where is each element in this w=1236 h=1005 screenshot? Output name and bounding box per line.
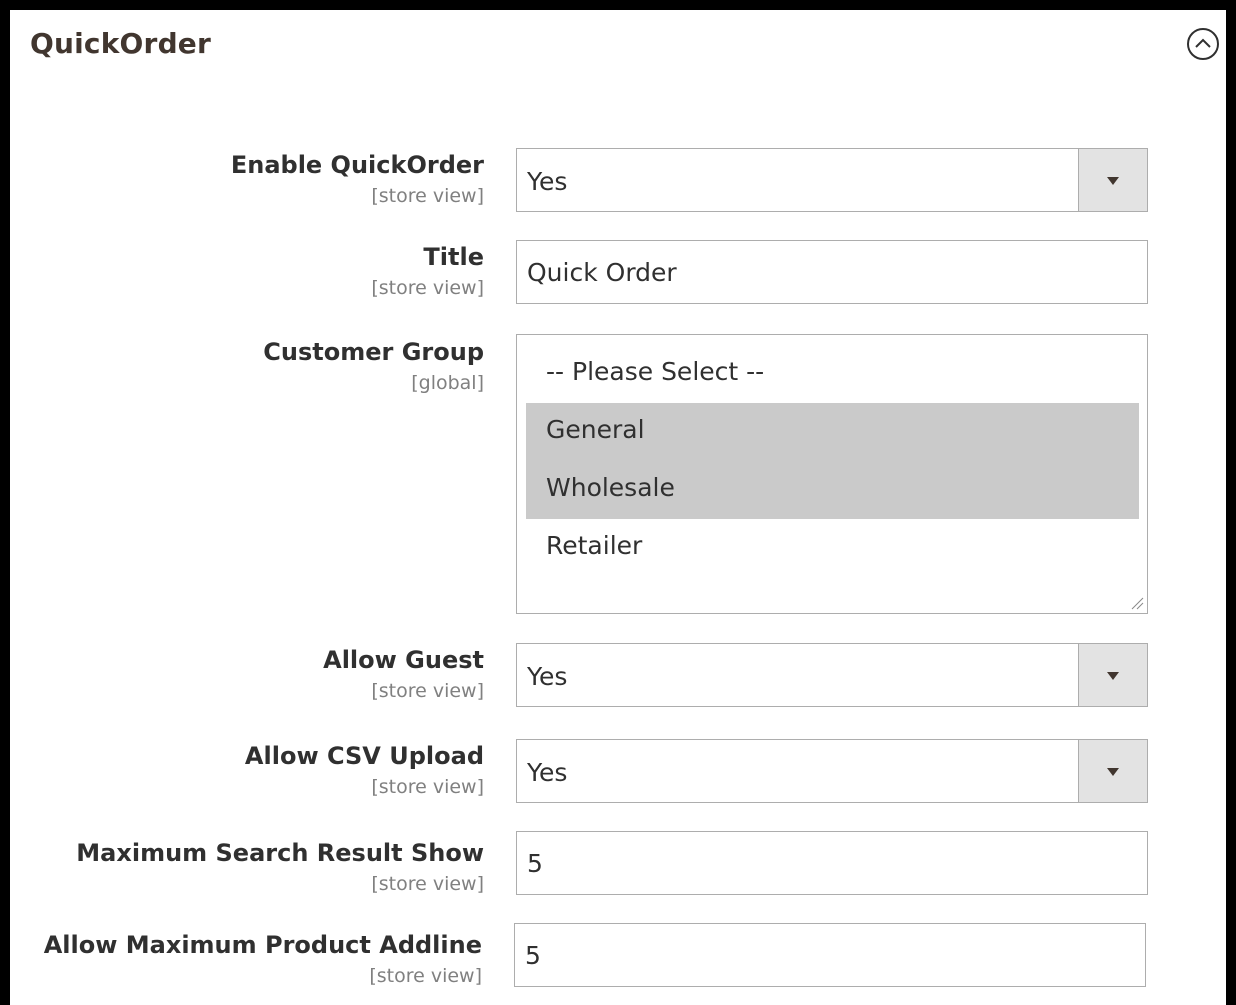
dropdown-toggle[interactable] (1078, 644, 1147, 706)
allow-csv-upload-value: Yes (527, 758, 568, 787)
allow-csv-upload-label: Allow CSV Upload (244, 742, 484, 770)
allow-guest-scope: [store view] (371, 680, 484, 702)
caret-down-icon (1107, 768, 1119, 776)
title-input-value: Quick Order (527, 258, 677, 287)
max-product-addline-label: Allow Maximum Product Addline (43, 931, 482, 959)
allow-guest-value: Yes (527, 662, 568, 691)
allow-guest-label: Allow Guest (323, 646, 484, 674)
caret-down-icon (1107, 177, 1119, 185)
allow-csv-upload-select[interactable]: Yes (516, 739, 1148, 803)
option-general[interactable]: General (526, 403, 1139, 461)
max-search-result-value: 5 (527, 849, 543, 878)
max-product-addline-scope: [store view] (369, 965, 482, 987)
allow-csv-upload-scope: [store view] (371, 776, 484, 798)
title-input[interactable]: Quick Order (516, 240, 1148, 304)
option-retailer[interactable]: Retailer (526, 519, 1139, 577)
caret-down-icon (1107, 672, 1119, 680)
enable-quickorder-value: Yes (527, 167, 568, 196)
section-title[interactable]: QuickOrder (30, 27, 211, 60)
enable-quickorder-label: Enable QuickOrder (230, 151, 484, 179)
max-search-result-label: Maximum Search Result Show (76, 839, 484, 867)
max-product-addline-input[interactable]: 5 (514, 923, 1146, 987)
title-label: Title (423, 243, 484, 271)
title-scope: [store view] (371, 277, 484, 299)
enable-quickorder-select[interactable]: Yes (516, 148, 1148, 212)
resize-grip-icon[interactable] (1130, 596, 1144, 610)
option-please-select[interactable]: -- Please Select -- (526, 345, 1139, 403)
max-search-result-input[interactable]: 5 (516, 831, 1148, 895)
enable-quickorder-scope: [store view] (371, 185, 484, 207)
dropdown-toggle[interactable] (1078, 740, 1147, 802)
chevron-up-circle-icon[interactable] (1186, 27, 1220, 61)
allow-guest-select[interactable]: Yes (516, 643, 1148, 707)
option-wholesale[interactable]: Wholesale (526, 461, 1139, 519)
max-search-result-scope: [store view] (371, 873, 484, 895)
max-product-addline-value: 5 (525, 941, 541, 970)
customer-group-scope: [global] (411, 372, 484, 394)
dropdown-toggle[interactable] (1078, 149, 1147, 211)
customer-group-multiselect[interactable]: -- Please Select -- General Wholesale Re… (516, 334, 1148, 614)
customer-group-label: Customer Group (263, 338, 484, 366)
